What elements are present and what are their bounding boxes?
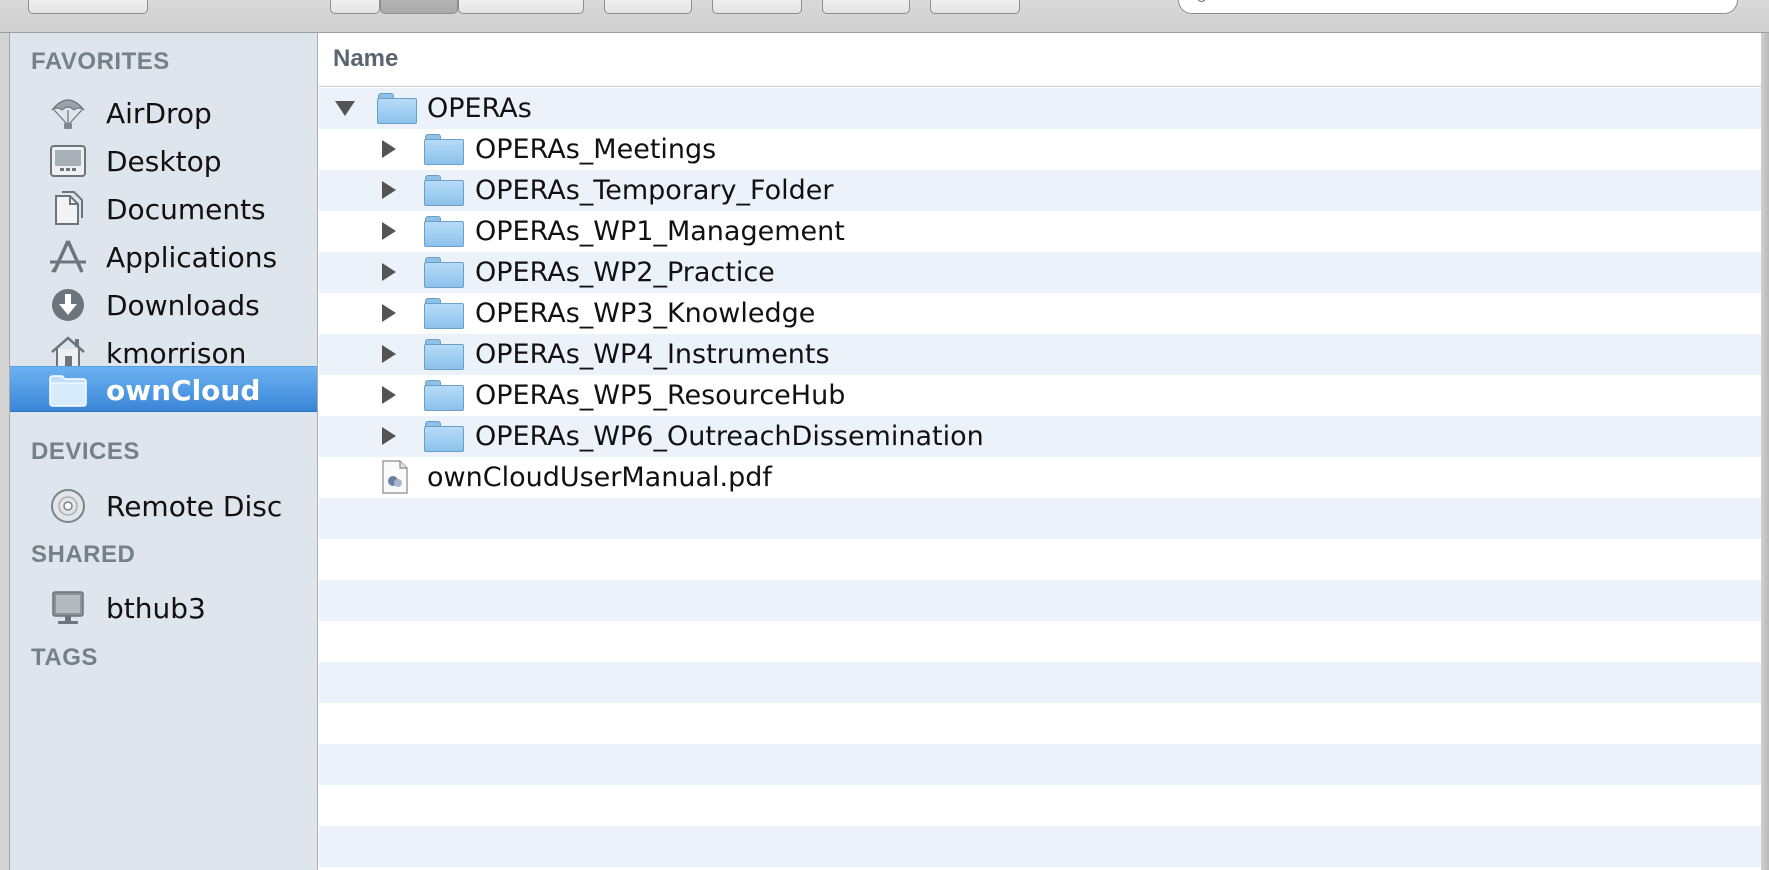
documents-icon bbox=[55, 191, 83, 225]
empty-row bbox=[319, 498, 1761, 539]
sidebar-item-label: Remote Disc bbox=[106, 490, 283, 523]
sidebar-item-downloads[interactable]: Downloads bbox=[10, 282, 317, 328]
sidebar-item-desktop[interactable]: Desktop bbox=[10, 138, 317, 184]
empty-row bbox=[319, 785, 1761, 826]
empty-row bbox=[319, 580, 1761, 621]
disclosure-triangle-icon[interactable] bbox=[382, 345, 396, 363]
list-item[interactable]: OPERAs_WP3_Knowledge bbox=[319, 293, 1761, 334]
file-name: OPERAs_WP6_OutreachDissemination bbox=[475, 421, 984, 452]
action-button[interactable] bbox=[712, 0, 802, 14]
search-icon bbox=[1197, 0, 1206, 2]
search-input[interactable] bbox=[1178, 0, 1738, 14]
sidebar-heading-devices: DEVICES bbox=[31, 438, 140, 465]
scrollbar[interactable] bbox=[1761, 33, 1769, 870]
empty-row bbox=[319, 744, 1761, 785]
sidebar-item-owncloud[interactable]: ownCloud bbox=[10, 366, 317, 412]
sidebar-item-label: Documents bbox=[106, 193, 266, 226]
list-item[interactable]: OPERAs_Meetings bbox=[319, 129, 1761, 170]
file-name: OPERAs_WP4_Instruments bbox=[475, 339, 830, 370]
empty-row bbox=[319, 621, 1761, 662]
folder-icon bbox=[377, 92, 417, 124]
file-name: OPERAs_WP1_Management bbox=[475, 216, 845, 247]
sidebar-item-applications[interactable]: Applications bbox=[10, 234, 317, 280]
list-item[interactable]: OPERAs_WP4_Instruments bbox=[319, 334, 1761, 375]
disclosure-triangle-expanded-icon[interactable] bbox=[335, 101, 355, 116]
sidebar-heading-shared: SHARED bbox=[31, 541, 136, 568]
file-name: OPERAs_WP3_Knowledge bbox=[475, 298, 816, 329]
empty-row bbox=[319, 703, 1761, 744]
folder-icon bbox=[424, 215, 464, 247]
downloads-icon bbox=[52, 289, 84, 321]
folder-icon bbox=[424, 133, 464, 165]
empty-row bbox=[319, 662, 1761, 703]
disclosure-triangle-icon[interactable] bbox=[382, 140, 396, 158]
sidebar-heading-favorites: FAVORITES bbox=[31, 48, 170, 75]
sidebar-item-label: AirDrop bbox=[106, 97, 212, 130]
arrange-button[interactable] bbox=[604, 0, 692, 14]
sidebar-item-airdrop[interactable]: AirDrop bbox=[10, 90, 317, 136]
disclosure-triangle-icon[interactable] bbox=[382, 263, 396, 281]
disclosure-triangle-icon[interactable] bbox=[382, 304, 396, 322]
empty-row bbox=[319, 539, 1761, 580]
sidebar-item-label: Applications bbox=[106, 241, 278, 274]
file-name: ownCloudUserManual.pdf bbox=[427, 462, 772, 493]
folder-icon bbox=[424, 420, 464, 452]
disc-icon bbox=[51, 489, 85, 523]
sidebar-item-label: Downloads bbox=[106, 289, 260, 322]
applications-icon bbox=[50, 240, 86, 273]
tags-button[interactable] bbox=[930, 0, 1020, 14]
folder-icon bbox=[49, 375, 87, 407]
disclosure-triangle-icon[interactable] bbox=[382, 181, 396, 199]
airdrop-icon bbox=[51, 99, 85, 129]
sidebar-item-documents[interactable]: Documents bbox=[10, 186, 317, 232]
column-header-label: Name bbox=[333, 45, 399, 72]
view-columns-button[interactable] bbox=[458, 0, 584, 14]
empty-row bbox=[319, 826, 1761, 867]
folder-icon bbox=[424, 297, 464, 329]
list-item-operas[interactable]: OPERAs bbox=[319, 88, 1761, 129]
view-list-button[interactable] bbox=[380, 0, 458, 14]
share-button[interactable] bbox=[822, 0, 910, 14]
file-list: Name OPERAs OPERAs_Meetings OPERAs_Tempo… bbox=[319, 33, 1761, 870]
list-item[interactable]: OPERAs_WP6_OutreachDissemination bbox=[319, 416, 1761, 457]
folder-icon bbox=[424, 379, 464, 411]
file-name: OPERAs_WP5_ResourceHub bbox=[475, 380, 846, 411]
file-rows: OPERAs OPERAs_Meetings OPERAs_Temporary_… bbox=[319, 88, 1761, 867]
computer-icon bbox=[52, 591, 84, 624]
list-item-pdf[interactable]: ownCloudUserManual.pdf bbox=[319, 457, 1761, 498]
list-item[interactable]: OPERAs_WP1_Management bbox=[319, 211, 1761, 252]
list-item[interactable]: OPERAs_Temporary_Folder bbox=[319, 170, 1761, 211]
disclosure-triangle-icon[interactable] bbox=[382, 427, 396, 445]
file-name: OPERAs_WP2_Practice bbox=[475, 257, 775, 288]
folder-icon bbox=[424, 256, 464, 288]
sidebar-item-label: Desktop bbox=[106, 145, 222, 178]
sidebar-item-label: bthub3 bbox=[106, 592, 206, 625]
file-name: OPERAs_Meetings bbox=[475, 134, 717, 165]
column-header-name[interactable]: Name bbox=[319, 33, 1761, 87]
back-forward-button[interactable] bbox=[28, 0, 148, 14]
pdf-file-icon bbox=[382, 460, 408, 494]
view-icon-button[interactable] bbox=[330, 0, 380, 14]
desktop-icon bbox=[50, 145, 86, 177]
file-name: OPERAs_Temporary_Folder bbox=[475, 175, 834, 206]
sidebar-item-remote-disc[interactable]: Remote Disc bbox=[10, 483, 317, 529]
window-edge bbox=[0, 33, 10, 870]
folder-icon bbox=[424, 174, 464, 206]
file-name: OPERAs bbox=[427, 93, 532, 124]
disclosure-triangle-icon[interactable] bbox=[382, 386, 396, 404]
sidebar-item-bthub3[interactable]: bthub3 bbox=[10, 585, 317, 631]
toolbar bbox=[0, 0, 1769, 33]
list-item[interactable]: OPERAs_WP5_ResourceHub bbox=[319, 375, 1761, 416]
sidebar: FAVORITES AirDrop Desktop Documents Appl… bbox=[10, 33, 318, 870]
sidebar-heading-tags: TAGS bbox=[31, 644, 98, 671]
disclosure-triangle-icon[interactable] bbox=[382, 222, 396, 240]
list-item[interactable]: OPERAs_WP2_Practice bbox=[319, 252, 1761, 293]
sidebar-item-label: ownCloud bbox=[106, 374, 261, 407]
folder-icon bbox=[424, 338, 464, 370]
